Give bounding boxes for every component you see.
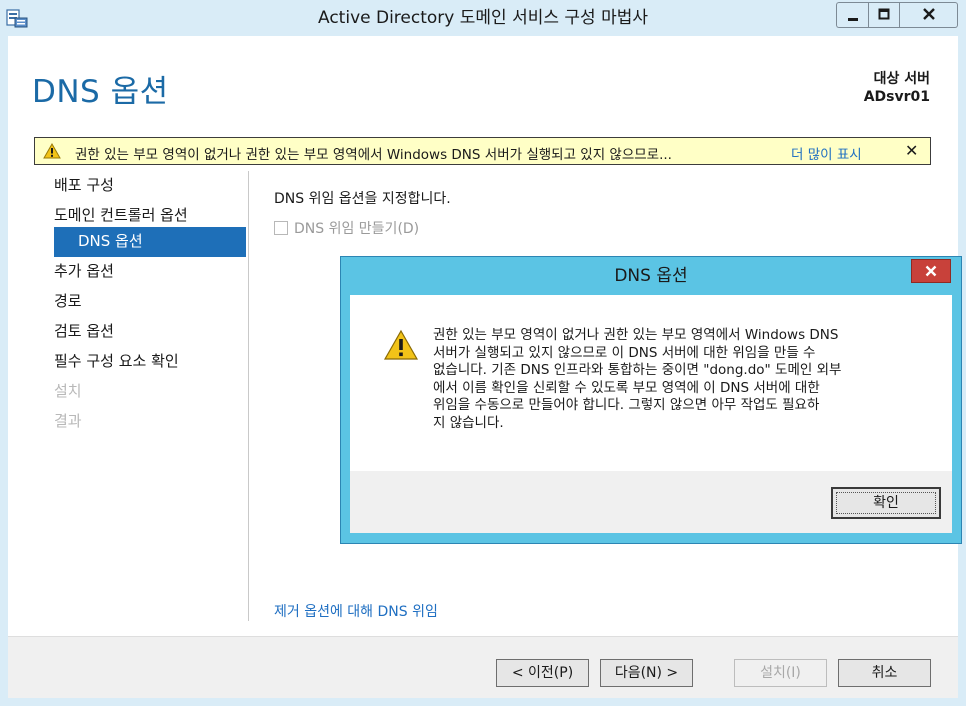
nav-divider <box>248 171 249 621</box>
dialog-footer: 확인 <box>350 471 952 533</box>
dialog-title[interactable]: DNS 옵션 <box>341 257 961 295</box>
dns-delegation-description: DNS 위임 옵션을 지정합니다. <box>274 191 451 207</box>
install-button: 설치(I) <box>734 659 827 687</box>
checkbox-label: DNS 위임 만들기(D) <box>294 221 420 237</box>
warning-close-icon[interactable]: ✕ <box>905 141 918 160</box>
dialog-message: 권한 있는 부모 영역이 없거나 권한 있는 부모 영역에서 Windows D… <box>433 327 933 432</box>
dialog-message-line: 지 않습니다. <box>433 414 504 431</box>
nav-item-dns-options[interactable]: DNS 옵션 <box>54 227 246 257</box>
close-button[interactable] <box>900 2 958 28</box>
nav-item-paths[interactable]: 경로 <box>54 287 82 317</box>
nav-item-deployment-config[interactable]: 배포 구성 <box>54 171 114 201</box>
create-dns-delegation-checkbox: DNS 위임 만들기(D) <box>274 218 419 238</box>
wizard-nav: 배포 구성 도메인 컨트롤러 옵션 DNS 옵션 추가 옵션 경로 검토 옵션 … <box>8 171 248 621</box>
dialog-body: 권한 있는 부모 영역이 없거나 권한 있는 부모 영역에서 Windows D… <box>350 295 952 533</box>
next-button[interactable]: 다음(N) > <box>600 659 693 687</box>
dialog-message-line: 위임을 수동으로 만들어야 합니다. 그렇지 않으면 아무 작업도 필요하 <box>433 397 820 413</box>
dns-delegation-removal-link[interactable]: 제거 옵션에 대해 DNS 위임 <box>274 601 438 621</box>
warning-icon <box>43 143 61 159</box>
warning-bar: 권한 있는 부모 영역이 없거나 권한 있는 부모 영역에서 Windows D… <box>34 137 931 165</box>
page-title: DNS 옵션 <box>32 74 169 110</box>
close-icon <box>925 265 937 277</box>
close-icon <box>922 8 935 20</box>
dialog-close-button[interactable] <box>911 259 951 283</box>
dialog-message-line: 권한 있는 부모 영역이 없거나 권한 있는 부모 영역에서 Windows D… <box>433 327 839 343</box>
window-title: Active Directory 도메인 서비스 구성 마법사 <box>318 8 648 28</box>
title-bar[interactable]: Active Directory 도메인 서비스 구성 마법사 <box>0 0 966 36</box>
cancel-button[interactable]: 취소 <box>838 659 931 687</box>
dialog-message-area: 권한 있는 부모 영역이 없거나 권한 있는 부모 영역에서 Windows D… <box>350 295 952 465</box>
wizard-footer: < 이전(P) 다음(N) > 설치(I) 취소 <box>8 636 958 698</box>
nav-item-review-options[interactable]: 검토 옵션 <box>54 317 114 347</box>
warning-text: 권한 있는 부모 영역이 없거나 권한 있는 부모 영역에서 Windows D… <box>75 147 672 163</box>
nav-item-results: 결과 <box>54 412 82 430</box>
dns-options-dialog: DNS 옵션 권한 있는 부모 영역이 없거나 권한 있는 부모 영역에서 Wi… <box>340 256 962 544</box>
previous-button[interactable]: < 이전(P) <box>496 659 589 687</box>
show-more-link[interactable]: 더 많이 표시 <box>791 143 862 163</box>
minimize-icon <box>847 18 858 21</box>
nav-item-installation: 설치 <box>54 382 82 400</box>
warning-icon <box>383 329 419 360</box>
dialog-message-line: 에서 이름 확인을 신뢰할 수 있도록 부모 영역에 이 DNS 서버에 대한 <box>433 379 820 396</box>
dialog-message-line: 없습니다. 기존 DNS 인프라와 통합하는 중이면 "dong.do" 도메인… <box>433 362 842 378</box>
focus-rectangle <box>836 492 936 514</box>
minimize-button[interactable] <box>836 2 868 28</box>
dialog-message-line: 서버가 실행되고 있지 않으므로 이 DNS 서버에 대한 위임을 만들 수 <box>433 344 816 361</box>
target-server-label: 대상 서버 <box>873 71 930 87</box>
nav-item-prereq-check[interactable]: 필수 구성 요소 확인 <box>54 347 179 377</box>
maximize-button[interactable] <box>868 2 900 28</box>
ok-button[interactable]: 확인 <box>831 487 941 519</box>
maximize-icon <box>878 8 890 20</box>
checkbox-box <box>274 221 288 235</box>
target-server-name: ADsvr01 <box>863 89 930 105</box>
nav-item-additional-options[interactable]: 추가 옵션 <box>54 257 114 287</box>
